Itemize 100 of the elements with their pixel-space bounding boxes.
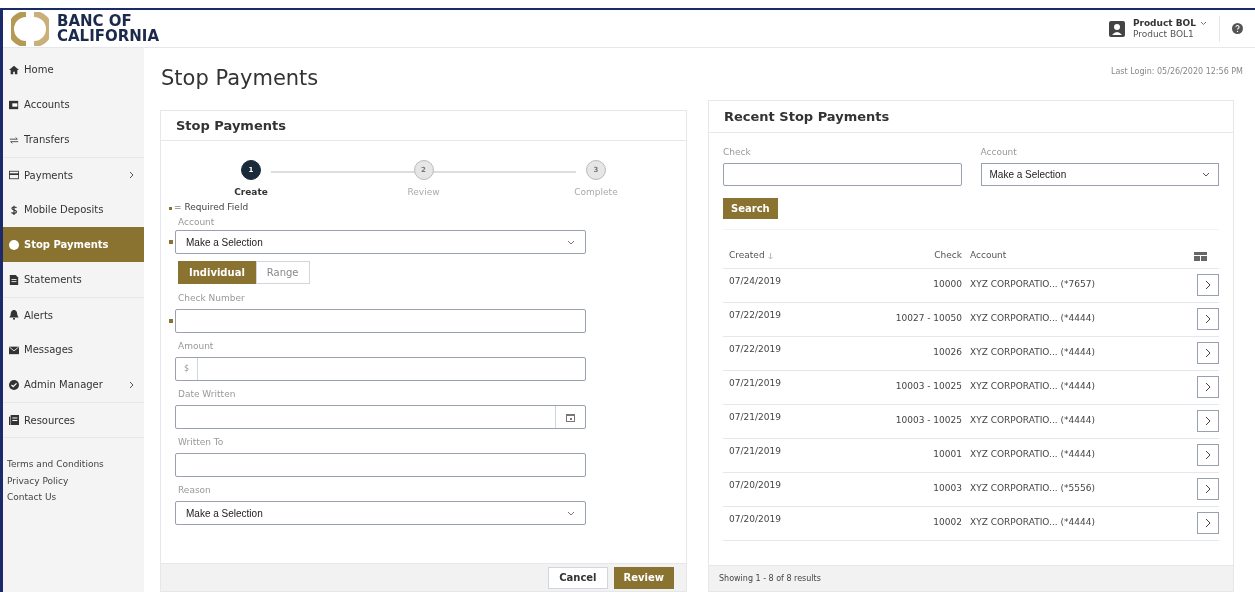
row-details-button[interactable] — [1197, 512, 1219, 534]
logo-ring-icon — [11, 11, 49, 46]
user-subtitle: Product BOL1 — [1132, 28, 1194, 40]
row-details-button[interactable] — [1197, 478, 1219, 500]
document-icon — [9, 274, 19, 285]
field-label: Reason — [177, 483, 212, 497]
field-label: Amount — [177, 339, 215, 353]
sidebar-item[interactable]: Statements — [3, 262, 144, 297]
step-label: Complete — [574, 186, 618, 199]
dollar-icon — [9, 204, 19, 215]
wallet-icon — [9, 99, 19, 110]
table-cell-text: XYZ CORPORATIO... (*4444) — [969, 414, 1096, 428]
sidebar-item[interactable]: Stop Payments — [3, 227, 144, 262]
table-cell-text: XYZ CORPORATIO... (*4444) — [969, 448, 1096, 462]
date-input[interactable] — [175, 405, 586, 429]
text-input[interactable] — [175, 309, 586, 333]
field-label: Check Number — [177, 291, 246, 305]
sidebar-item[interactable]: Messages — [3, 332, 144, 367]
column-layout-icon[interactable] — [1194, 251, 1207, 261]
table-cell-text: 07/20/2019 — [728, 513, 782, 527]
cancel-button[interactable]: Cancel — [548, 566, 608, 589]
table-cell-text: XYZ CORPORATIO... (*4444) — [969, 380, 1096, 394]
table-cell-text: 07/22/2019 — [728, 343, 782, 357]
mode-toggle-button[interactable]: Range — [255, 261, 310, 284]
sidebar-item[interactable]: Mobile Deposits — [3, 192, 144, 227]
row-details-button[interactable] — [1197, 444, 1219, 466]
sidebar-item[interactable]: Admin Manager — [3, 367, 144, 402]
user-name: Product BOL — [1132, 17, 1196, 29]
review-button[interactable]: Review — [613, 566, 674, 589]
check-circle-icon — [9, 379, 19, 390]
account-select[interactable]: Make a Selection — [175, 230, 586, 254]
book-icon — [9, 415, 19, 425]
sidebar-item[interactable]: Accounts — [3, 87, 144, 122]
chevron-right-icon — [1205, 382, 1211, 392]
column-header: Check — [933, 249, 962, 263]
chevron-right-icon — [1205, 518, 1211, 528]
table-cell-text: 07/21/2019 — [728, 411, 782, 425]
sidebar-item[interactable]: Payments — [3, 157, 144, 192]
account-select[interactable]: Make a Selection — [980, 162, 1219, 186]
required-marker-icon — [169, 206, 172, 210]
check-input[interactable] — [723, 162, 962, 186]
chevron-down-icon — [1202, 171, 1210, 177]
row-details-button[interactable] — [1197, 410, 1219, 432]
table-cell-text: XYZ CORPORATIO... (*4444) — [969, 312, 1096, 326]
exclamation-circle-icon — [9, 239, 19, 250]
table-cell-text: 10026 — [932, 346, 962, 360]
table-cell-text: 10027 - 10050 — [894, 312, 962, 326]
table-cell-text: 10003 — [932, 482, 962, 496]
user-menu[interactable]: Product BOL Product BOL1 — [1108, 17, 1219, 40]
footer-link[interactable]: Terms and Conditions — [7, 458, 144, 472]
field-label: Written To — [177, 435, 225, 449]
chevron-right-icon — [129, 380, 134, 389]
step-label: Create — [234, 186, 268, 199]
user-icon — [1108, 20, 1125, 37]
calendar-icon[interactable] — [566, 412, 575, 422]
step-label: Review — [407, 186, 440, 199]
row-details-button[interactable] — [1197, 308, 1219, 330]
table-cell-text: XYZ CORPORATIO... (*7657) — [969, 278, 1096, 292]
card-title: Stop Payments — [176, 116, 286, 135]
card-icon — [9, 170, 19, 180]
row-details-button[interactable] — [1197, 274, 1219, 296]
sidebar-item[interactable]: Alerts — [3, 297, 144, 332]
envelope-icon — [9, 344, 19, 355]
table-cell-text: 10000 — [932, 278, 962, 292]
reason-select[interactable]: Make a Selection — [175, 501, 586, 525]
table-cell-text: XYZ CORPORATIO... (*4444) — [969, 346, 1096, 360]
search-button[interactable]: Search — [723, 197, 778, 219]
chevron-right-icon — [1205, 450, 1211, 460]
table-cell-text: 10003 - 10025 — [894, 380, 962, 394]
row-details-button[interactable] — [1197, 376, 1219, 398]
required-field-note: = Required Field — [174, 201, 249, 215]
chevron-right-icon — [1205, 314, 1211, 324]
card-title: Recent Stop Payments — [724, 107, 890, 126]
field-label: Account — [177, 215, 216, 229]
chevron-down-icon — [567, 239, 575, 245]
row-details-button[interactable] — [1197, 342, 1219, 364]
table-cell-text: XYZ CORPORATIO... (*4444) — [969, 516, 1096, 530]
logo-text: BANC OF — [57, 13, 132, 29]
table-cell-text: 07/24/2019 — [728, 275, 782, 289]
sidebar-item[interactable]: Transfers — [3, 122, 144, 157]
column-header[interactable]: Created — [729, 249, 765, 263]
sidebar-item[interactable]: Resources — [3, 402, 144, 437]
footer-link[interactable]: Privacy Policy — [7, 474, 144, 488]
chevron-right-icon — [1205, 484, 1211, 494]
results-count: Showing 1 - 8 of 8 results — [719, 572, 821, 585]
field-label: Date Written — [177, 387, 237, 401]
field-label: Check — [723, 146, 752, 159]
chevron-right-icon — [129, 171, 134, 179]
chevron-down-icon — [1200, 20, 1207, 26]
text-input[interactable] — [175, 453, 586, 477]
footer-link[interactable]: Contact Us — [7, 491, 144, 505]
chevron-down-icon — [567, 510, 575, 516]
table-cell-text: 10003 - 10025 — [894, 414, 962, 428]
mode-toggle-button[interactable]: Individual — [178, 261, 256, 284]
help-icon[interactable] — [1232, 23, 1243, 34]
table-cell-text: 10001 — [932, 448, 962, 462]
column-header: Account — [969, 249, 1008, 263]
sidebar-item[interactable]: Home — [3, 52, 144, 87]
field-label: Account — [980, 146, 1018, 159]
arrows-icon — [9, 134, 19, 145]
